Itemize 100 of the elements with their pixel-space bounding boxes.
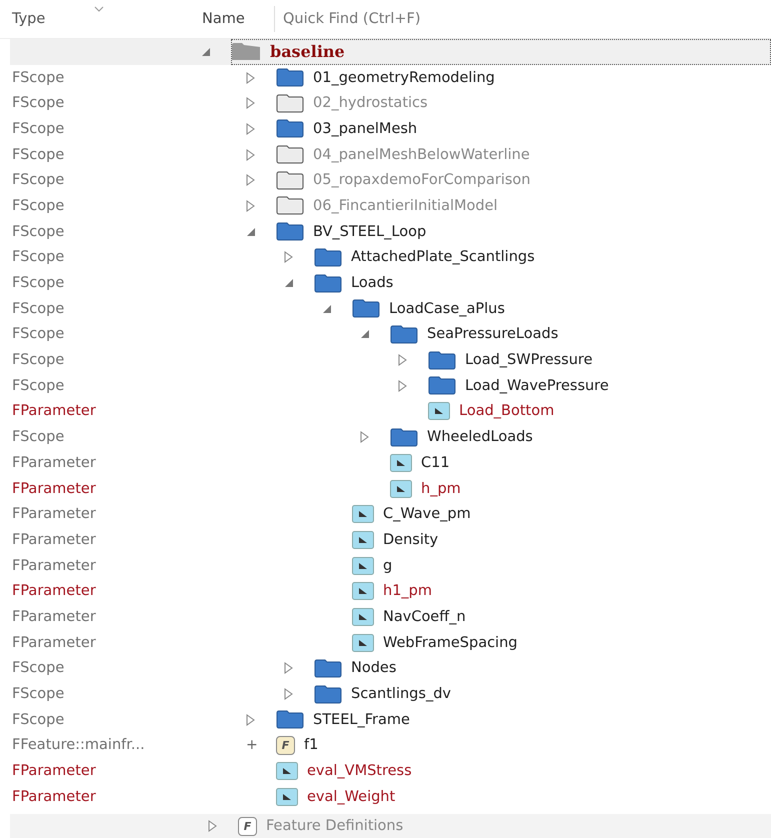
folder-icon (276, 68, 304, 88)
type-label: FParameter (12, 558, 96, 574)
tree-item[interactable]: h_pm (421, 480, 461, 497)
parameter-icon (352, 556, 374, 575)
tree-item[interactable]: Load_SWPressure (465, 352, 592, 368)
folder-icon (314, 684, 342, 704)
collapsed-toggle-icon[interactable] (398, 354, 407, 366)
tree-item[interactable]: LoadCase_aPlus (389, 300, 505, 317)
type-label: FScope (12, 70, 64, 86)
tree-item[interactable]: g (383, 558, 392, 574)
expand-marker[interactable]: + (246, 737, 258, 754)
tree-item[interactable]: AttachedPlate_Scantlings (351, 249, 535, 266)
type-label: FParameter (12, 788, 96, 805)
feature-icon: F (238, 816, 257, 836)
feature-icon: F (276, 736, 295, 755)
folder-icon (276, 170, 304, 190)
tree-item[interactable]: BV_STEEL_Loop (313, 224, 426, 240)
folder-icon (352, 299, 380, 318)
parameter-icon (390, 480, 412, 498)
parameter-icon (352, 582, 374, 600)
tree-item[interactable]: WheeledLoads (427, 429, 533, 446)
tree-item[interactable]: Nodes (351, 660, 396, 676)
expanded-toggle-icon[interactable] (284, 278, 294, 288)
tree-item[interactable]: C_Wave_pm (383, 506, 471, 522)
tree-item[interactable]: C11 (421, 454, 450, 471)
tree-item[interactable]: SeaPressureLoads (427, 326, 558, 342)
type-label: FParameter (12, 532, 96, 548)
type-label: FScope (12, 198, 64, 214)
folder-icon (390, 324, 418, 344)
parameter-icon (428, 402, 450, 420)
type-label: FParameter (12, 403, 96, 420)
expanded-toggle-icon[interactable] (322, 304, 332, 314)
tree-item[interactable]: WebFrameSpacing (383, 634, 518, 651)
collapsed-toggle-icon[interactable] (398, 380, 407, 392)
type-label: FParameter (12, 763, 96, 780)
collapsed-toggle-icon[interactable] (360, 431, 369, 444)
folder-icon (276, 94, 304, 113)
tree-item[interactable]: Load_Bottom (459, 403, 554, 420)
tree-item[interactable]: 01_geometryRemodeling (313, 70, 495, 86)
type-label: FScope (12, 352, 64, 368)
type-label: FParameter (12, 506, 96, 522)
tree-item[interactable]: STEEL_Frame (313, 712, 410, 728)
type-label: FParameter (12, 454, 96, 471)
column-header[interactable]: Type (12, 11, 46, 27)
type-label: FParameter (12, 480, 96, 497)
type-label: FParameter (12, 583, 96, 600)
collapsed-toggle-icon[interactable] (246, 72, 255, 84)
collapsed-toggle-icon[interactable] (284, 662, 293, 674)
tree-item[interactable]: NavCoeff_n (383, 608, 466, 625)
folder-icon (276, 119, 304, 138)
column-header[interactable]: Name (190, 6, 275, 32)
type-label: FScope (12, 429, 64, 446)
tree-item[interactable]: eval_Weight (307, 788, 396, 805)
folder-icon (390, 428, 418, 447)
expanded-toggle-icon[interactable] (201, 46, 211, 57)
type-label: FScope (12, 224, 64, 240)
type-label: FScope (12, 95, 64, 112)
tree-item[interactable]: 03_panelMesh (313, 120, 418, 137)
tree-item[interactable]: Load_WavePressure (465, 378, 609, 394)
parameter-icon (352, 530, 374, 549)
tree-item[interactable]: Loads (351, 275, 394, 292)
collapsed-toggle-icon[interactable] (246, 714, 255, 726)
quick-find-field[interactable]: Quick Find (Ctrl+F) (283, 11, 583, 27)
tree-item[interactable]: Density (383, 532, 438, 548)
parameter-icon (276, 788, 298, 806)
tree-item[interactable]: Scantlings_dv (351, 686, 451, 702)
type-label: FScope (12, 378, 64, 394)
folder-icon (276, 222, 304, 242)
expanded-toggle-icon[interactable] (246, 226, 256, 237)
parameter-icon (390, 454, 412, 472)
type-label: FScope (12, 712, 64, 728)
type-label: FScope (12, 249, 64, 266)
folder-icon (314, 248, 342, 267)
parameter-icon (276, 762, 298, 780)
folder-icon (428, 376, 456, 396)
collapsed-toggle-icon[interactable] (284, 251, 293, 264)
folder-icon (276, 145, 304, 164)
folder-icon (314, 658, 342, 678)
collapsed-toggle-icon[interactable] (208, 820, 217, 832)
folder-icon (428, 350, 456, 370)
parameter-icon (352, 608, 374, 626)
folder-icon (276, 196, 304, 216)
type-label: FScope (12, 300, 64, 317)
sort-caret-icon (94, 6, 104, 12)
type-label: FScope (12, 686, 64, 702)
tree-item[interactable]: f1 (304, 737, 318, 754)
tree-item[interactable]: eval_VMStress (307, 763, 412, 780)
type-label: FScope (12, 660, 64, 676)
tree-item[interactable]: h1_pm (383, 583, 432, 600)
type-label: FScope (12, 326, 64, 342)
tree-item[interactable]: baseline (270, 42, 345, 62)
parameter-icon (352, 634, 374, 652)
type-label: FScope (12, 146, 64, 163)
collapsed-toggle-icon[interactable] (246, 122, 255, 135)
collapsed-toggle-icon[interactable] (284, 688, 293, 700)
expanded-toggle-icon[interactable] (360, 329, 370, 340)
type-label: FScope (12, 120, 64, 137)
parameter-icon (352, 505, 374, 524)
folder-icon (314, 274, 342, 293)
type-label: FParameter (12, 608, 96, 625)
